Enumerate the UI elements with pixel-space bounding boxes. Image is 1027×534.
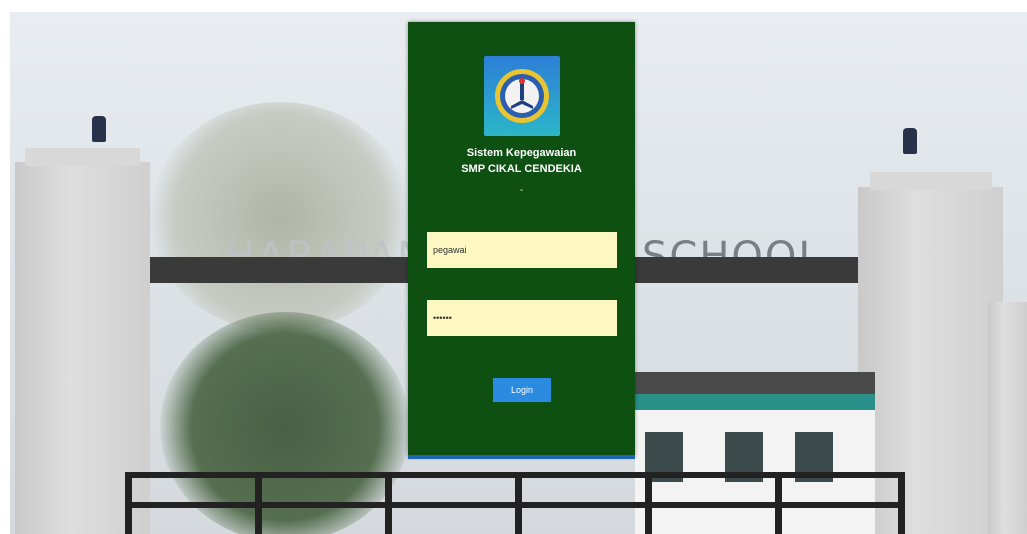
school-emblem-icon xyxy=(484,56,560,136)
school-name: SMP CIKAL CENDEKIA xyxy=(461,163,582,175)
left-lamp-icon xyxy=(92,116,106,142)
panel-bottom-bar xyxy=(408,455,635,459)
app-title: Sistem Kepegawaian xyxy=(466,147,577,159)
username-input[interactable] xyxy=(427,232,617,268)
right-pillar-cap xyxy=(870,172,992,190)
password-input[interactable] xyxy=(427,300,617,336)
right-lamp-icon xyxy=(903,128,917,154)
left-pillar-cap xyxy=(25,148,140,166)
tree xyxy=(150,102,410,332)
login-button[interactable]: Login xyxy=(493,378,551,402)
login-panel: Sistem Kepegawaian SMP CIKAL CENDEKIA - … xyxy=(408,22,635,457)
right-edge-wall xyxy=(988,302,1027,534)
gate-fence xyxy=(125,472,905,534)
title-separator: - xyxy=(519,185,524,196)
